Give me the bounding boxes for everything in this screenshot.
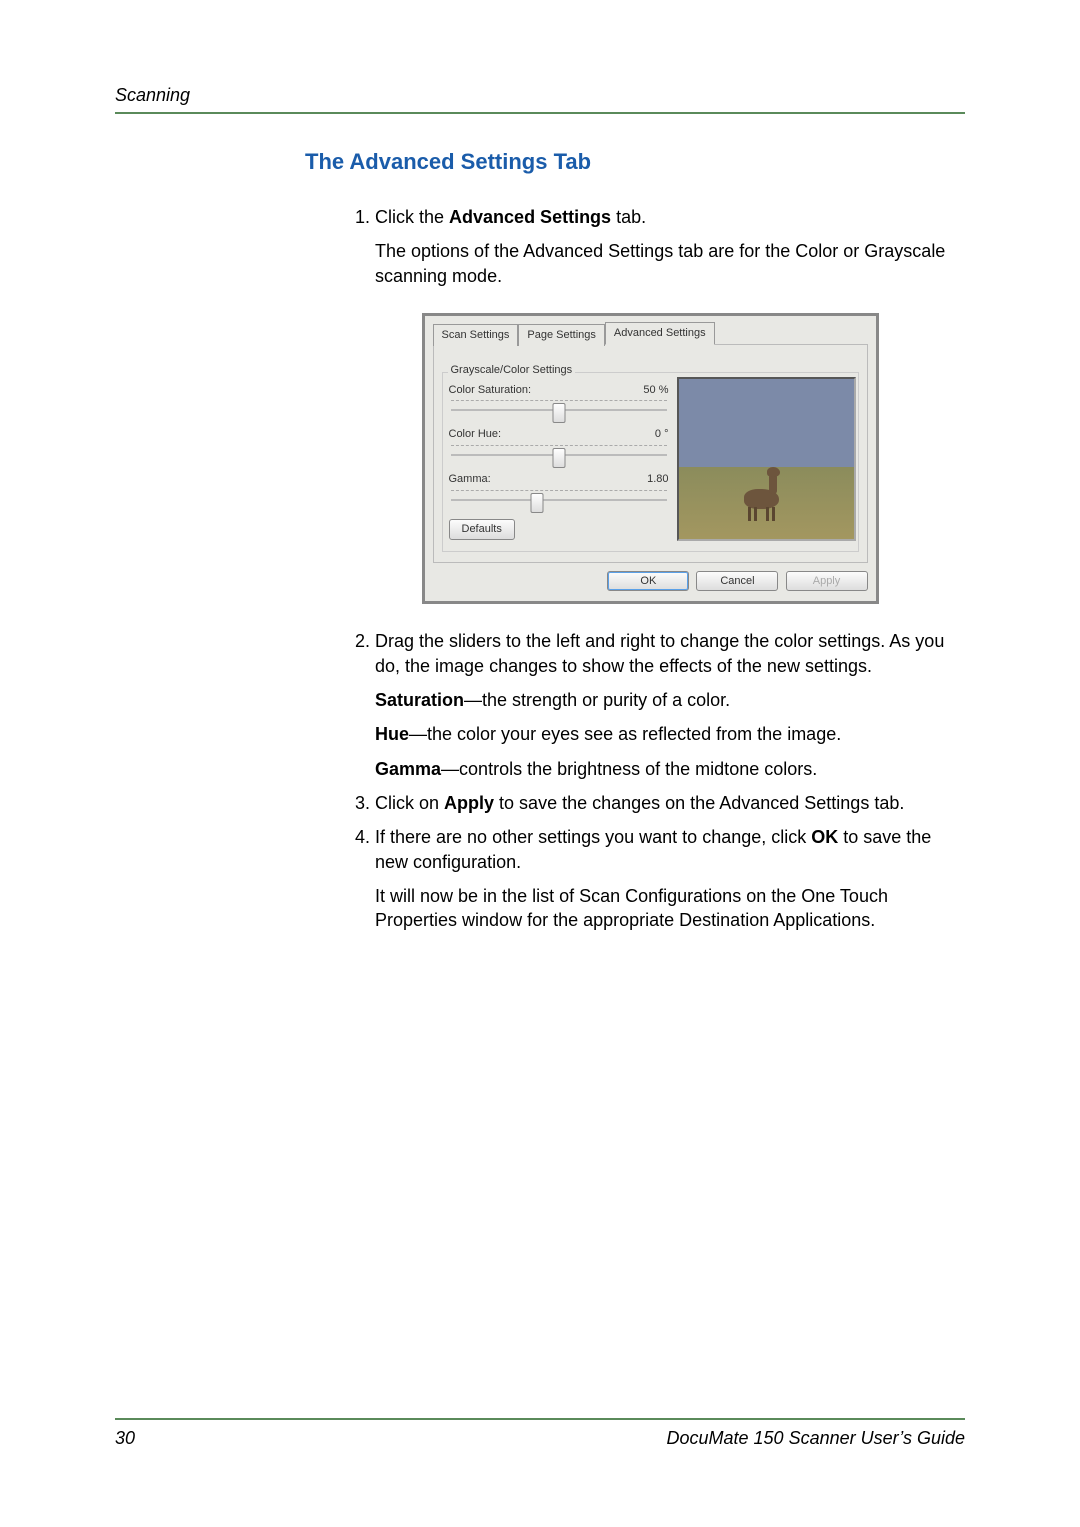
hue-label: Color Hue: [449, 427, 502, 442]
gamma-desc: —controls the brightness of the midtone … [441, 759, 817, 779]
step-4-pre: If there are no other settings you want … [375, 827, 811, 847]
saturation-desc: —the strength or purity of a color. [464, 690, 730, 710]
gamma-row: Gamma: 1.80 [449, 472, 669, 511]
step-4-note: It will now be in the list of Scan Confi… [375, 884, 965, 933]
apply-button[interactable]: Apply [786, 571, 868, 592]
step-4-bold: OK [811, 827, 838, 847]
preview-image [677, 377, 856, 541]
advanced-settings-dialog: Scan Settings Page Settings Advanced Set… [422, 313, 879, 605]
cancel-button[interactable]: Cancel [696, 571, 778, 592]
saturation-row: Color Saturation: 50 % [449, 383, 669, 422]
step-1: Click the Advanced Settings tab. The opt… [375, 205, 965, 604]
gamma-label: Gamma: [449, 472, 491, 487]
gamma-term: Gamma [375, 759, 441, 779]
gamma-thumb[interactable] [530, 493, 543, 513]
saturation-label: Color Saturation: [449, 383, 532, 398]
tab-page-settings[interactable]: Page Settings [518, 324, 605, 346]
saturation-slider[interactable] [451, 403, 667, 421]
footer: 30 DocuMate 150 Scanner User’s Guide [115, 1418, 965, 1449]
step-3-bold: Apply [444, 793, 494, 813]
step-1-note: The options of the Advanced Settings tab… [375, 239, 965, 288]
dialog-button-row: OK Cancel Apply [433, 571, 868, 592]
defaults-button[interactable]: Defaults [449, 519, 515, 540]
tab-bar: Scan Settings Page Settings Advanced Set… [433, 322, 868, 345]
header-rule [115, 112, 965, 114]
step-2: Drag the sliders to the left and right t… [375, 629, 965, 780]
section-heading: The Advanced Settings Tab [305, 149, 965, 175]
tab-advanced-settings[interactable]: Advanced Settings [605, 322, 715, 345]
step-3-pre: Click on [375, 793, 444, 813]
hue-desc: —the color your eyes see as reflected fr… [409, 724, 841, 744]
saturation-term: Saturation [375, 690, 464, 710]
hue-term: Hue [375, 724, 409, 744]
dialog-screenshot: Scan Settings Page Settings Advanced Set… [335, 313, 965, 605]
saturation-def: Saturation—the strength or purity of a c… [375, 688, 965, 712]
header-section-label: Scanning [115, 85, 965, 106]
gamma-slider[interactable] [451, 493, 667, 511]
footer-title: DocuMate 150 Scanner User’s Guide [667, 1428, 966, 1449]
step-1-text-pre: Click the [375, 207, 449, 227]
hue-slider[interactable] [451, 448, 667, 466]
gamma-value: 1.80 [647, 472, 668, 487]
step-4: If there are no other settings you want … [375, 825, 965, 932]
group-legend: Grayscale/Color Settings [448, 363, 576, 378]
step-3: Click on Apply to save the changes on th… [375, 791, 965, 815]
saturation-thumb[interactable] [552, 403, 565, 423]
hue-row: Color Hue: 0 ° [449, 427, 669, 466]
tab-scan-settings[interactable]: Scan Settings [433, 324, 519, 346]
step-3-post: to save the changes on the Advanced Sett… [494, 793, 904, 813]
step-1-text-post: tab. [611, 207, 646, 227]
step-2-intro: Drag the sliders to the left and right t… [375, 631, 944, 675]
footer-rule [115, 1418, 965, 1420]
steps-list: Click the Advanced Settings tab. The opt… [305, 205, 965, 932]
page-number: 30 [115, 1428, 135, 1449]
gamma-def: Gamma—controls the brightness of the mid… [375, 757, 965, 781]
hue-thumb[interactable] [552, 448, 565, 468]
hue-value: 0 ° [655, 427, 669, 442]
saturation-value: 50 % [643, 383, 668, 398]
step-1-bold: Advanced Settings [449, 207, 611, 227]
hue-def: Hue—the color your eyes see as reflected… [375, 722, 965, 746]
ok-button[interactable]: OK [607, 571, 689, 592]
tab-pane: Grayscale/Color Settings Color Saturatio… [433, 344, 868, 563]
